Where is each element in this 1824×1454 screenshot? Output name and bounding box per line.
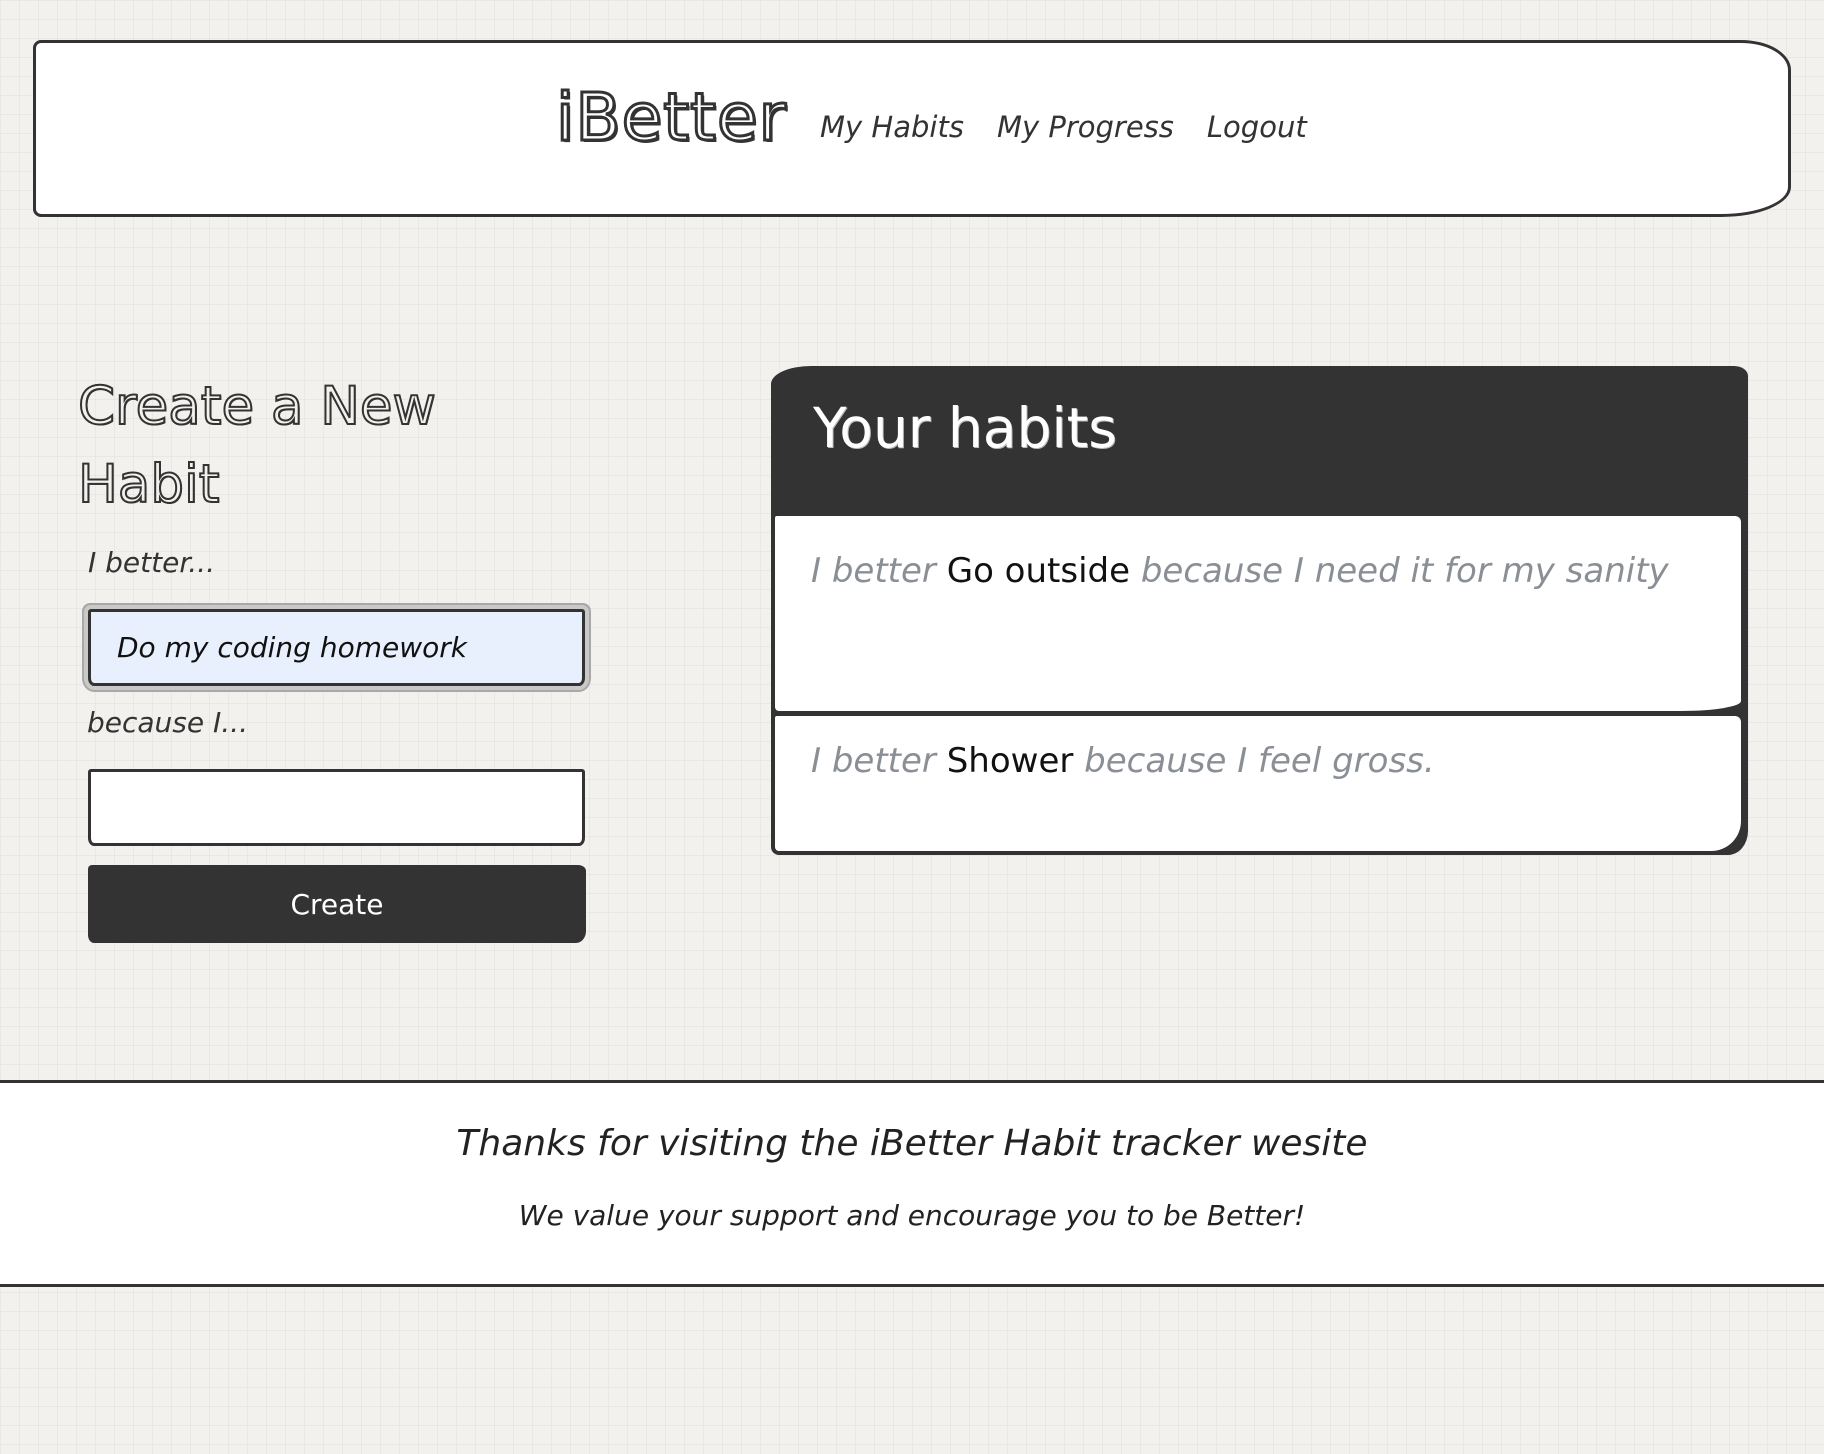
habits-card: Your habits I better Go outside because …: [771, 366, 1748, 855]
create-button[interactable]: Create: [88, 865, 586, 943]
site-header: iBetter My Habits My Progress Logout: [33, 40, 1791, 217]
create-habit-title: Create a New Habit: [77, 375, 437, 516]
main-nav: My Habits My Progress Logout: [820, 110, 1307, 144]
habit-label: I better...: [88, 546, 215, 579]
nav-link-logout[interactable]: Logout: [1207, 110, 1307, 144]
habit-prefix: I better: [811, 741, 936, 781]
habit-list-item: I better Go outside because I need it fo…: [775, 516, 1741, 711]
reason-label: because I...: [87, 706, 248, 739]
habit-connector: because: [1140, 551, 1284, 591]
habits-heading: Your habits: [813, 396, 1117, 460]
site-footer: Thanks for visiting the iBetter Habit tr…: [0, 1080, 1824, 1287]
habit-input[interactable]: [88, 609, 585, 686]
habit-name: Shower: [946, 741, 1074, 781]
habit-connector: because: [1084, 741, 1227, 781]
footer-thanks-text: Thanks for visiting the iBetter Habit tr…: [456, 1123, 1368, 1164]
reason-input[interactable]: [88, 769, 585, 846]
habit-name: Go outside: [946, 551, 1131, 591]
nav-link-my-habits[interactable]: My Habits: [820, 110, 964, 144]
habit-reason: I feel gross.: [1237, 741, 1435, 781]
habit-list-item: I better Shower because I feel gross.: [775, 716, 1741, 851]
habit-reason: I need it for my sanity: [1293, 551, 1669, 591]
nav-link-my-progress[interactable]: My Progress: [997, 110, 1174, 144]
footer-note-text: We value your support and encourage you …: [518, 1199, 1306, 1232]
habit-prefix: I better: [811, 551, 936, 591]
brand-logo[interactable]: iBetter: [555, 78, 788, 158]
